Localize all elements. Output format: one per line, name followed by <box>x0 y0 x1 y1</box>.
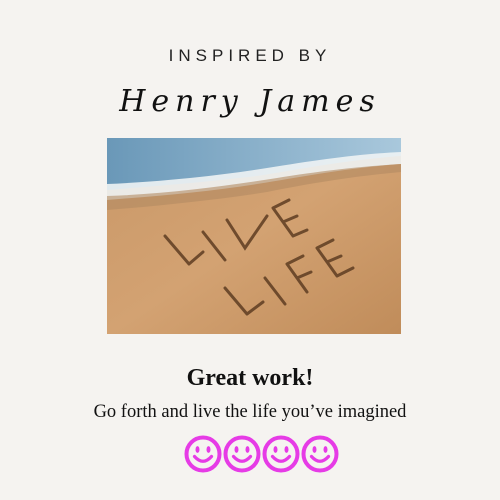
smiley-face-icon <box>261 434 301 474</box>
beach-photo <box>107 138 401 334</box>
inspired-by-heading: INSPIRED BY <box>168 46 332 65</box>
beach-photo-illustration <box>107 138 401 334</box>
smiley-face-icon <box>300 434 340 474</box>
headline: Great work! <box>186 365 314 391</box>
smiley-face-icon <box>183 434 223 474</box>
smiley-row <box>183 434 343 474</box>
subline: Go forth and live the life you’ve imagin… <box>93 402 407 422</box>
author-name: Henry James <box>119 84 381 119</box>
smiley-face-icon <box>222 434 262 474</box>
